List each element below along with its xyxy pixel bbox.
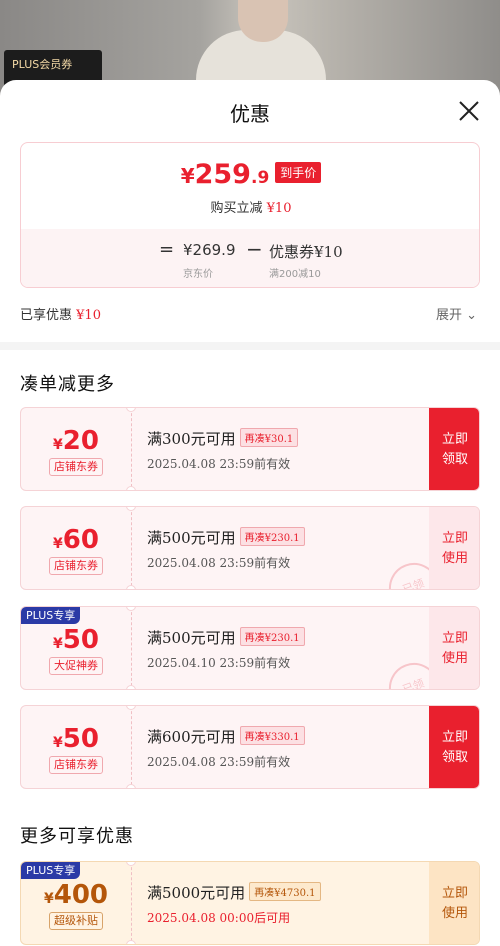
coupon-divider xyxy=(131,507,132,589)
coupon-gap-pill: 再凑¥330.1 xyxy=(239,726,305,745)
divider xyxy=(0,342,500,350)
coupon-divider xyxy=(131,607,132,689)
coupon-type: 店铺东券 xyxy=(49,557,103,575)
instant-discount: 购买立减 ¥10 xyxy=(210,201,292,216)
coupon-card[interactable]: ¥20 店铺东券 满300元可用 再凑¥30.1 2025.04.08 23:59前有效… xyxy=(20,407,480,491)
plus-exclusive-badge: PLUS专享 xyxy=(21,607,81,624)
coupon-condition: 满5000元可用 再凑¥4730.1 xyxy=(147,882,321,903)
coupon-card[interactable]: ¥60 店铺东券 满500元可用 再凑¥230.1 2025.04.08 23:59前有… xyxy=(20,506,480,590)
coupon-type: 超级补贴 xyxy=(49,912,103,930)
price-breakdown: = ¥269.9 京东价 − 优惠券¥10 满200减10 xyxy=(21,229,479,287)
coupon-card[interactable]: ¥50 大促神券 满500元可用 再凑¥230.1 2025.04.10 23:59前有… xyxy=(20,606,480,690)
coupon-validity: 2025.04.10 23:59前有效 xyxy=(147,656,291,670)
coupon-type: 大促神券 xyxy=(49,657,103,675)
coupon-divider xyxy=(131,408,132,490)
original-price-label: 京东价 xyxy=(183,269,213,280)
coupon-value: ¥60 店铺东券 xyxy=(21,507,131,589)
coupon-action-button[interactable]: 立即 使用 xyxy=(429,862,479,944)
coupon-gap-pill: 再凑¥230.1 xyxy=(239,627,305,646)
coupon-gap-pill: 再凑¥4730.1 xyxy=(249,882,321,901)
coupon-action-button[interactable]: 立即 领取 xyxy=(429,408,479,490)
original-price: ¥269.9 xyxy=(183,241,236,259)
coupon-action-button[interactable]: 立即 领取 xyxy=(429,706,479,788)
coupon-action-button[interactable]: 立即 使用 xyxy=(429,507,479,589)
coupon-value: ¥50 店铺东券 xyxy=(21,706,131,788)
plus-exclusive-badge: PLUS专享 xyxy=(21,862,81,879)
final-price-tag: 到手价 xyxy=(275,162,322,183)
coupon-gap-pill: 再凑¥230.1 xyxy=(239,527,305,546)
expand-button[interactable]: 展开 ⌄ xyxy=(436,304,477,323)
coupon-card[interactable]: ¥400 超级补贴 满5000元可用 再凑¥4730.1 2025.04.08 00:0… xyxy=(20,861,480,945)
section-title-more-discount: 凑单减更多 xyxy=(20,374,115,395)
coupon-value: ¥20 店铺东券 xyxy=(21,408,131,490)
coupon-action-button[interactable]: 立即 使用 xyxy=(429,607,479,689)
enjoyed-discount: 已享优惠 ¥10 xyxy=(20,308,101,323)
price-summary: ¥259.9 到手价 购买立减 ¥10 = ¥269.9 京东价 − 优惠券¥10… xyxy=(20,142,480,288)
coupon-deduction: 优惠券¥10 xyxy=(269,243,343,261)
section-title-more-offers: 更多可享优惠 xyxy=(20,826,134,847)
coupon-divider xyxy=(131,862,132,944)
coupon-deduction-rule: 满200减10 xyxy=(269,269,321,280)
sheet-title: 优惠 xyxy=(230,102,270,126)
coupon-condition: 满500元可用 再凑¥230.1 xyxy=(147,627,305,648)
discount-sheet: 优惠 ¥259.9 到手价 购买立减 ¥10 = ¥269.9 京东价 − 优惠券… xyxy=(0,80,500,946)
coupon-gap-pill: 再凑¥30.1 xyxy=(239,428,299,447)
coupon-condition: 满500元可用 再凑¥230.1 xyxy=(147,527,305,548)
coupon-divider xyxy=(131,706,132,788)
coupon-type: 店铺东券 xyxy=(49,458,103,476)
final-price: ¥259.9 到手价 xyxy=(21,159,479,190)
coupon-card[interactable]: ¥50 店铺东券 满600元可用 再凑¥330.1 2025.04.08 23:59前有… xyxy=(20,705,480,789)
coupon-validity: 2025.04.08 23:59前有效 xyxy=(147,755,291,769)
coupon-validity: 2025.04.08 23:59前有效 xyxy=(147,457,291,471)
coupon-validity: 2025.04.08 00:00后可用 xyxy=(147,911,291,925)
coupon-condition: 满600元可用 再凑¥330.1 xyxy=(147,726,305,747)
close-icon[interactable] xyxy=(454,96,484,126)
coupon-validity: 2025.04.08 23:59前有效 xyxy=(147,556,291,570)
coupon-type: 店铺东券 xyxy=(49,756,103,774)
coupon-condition: 满300元可用 再凑¥30.1 xyxy=(147,428,299,449)
